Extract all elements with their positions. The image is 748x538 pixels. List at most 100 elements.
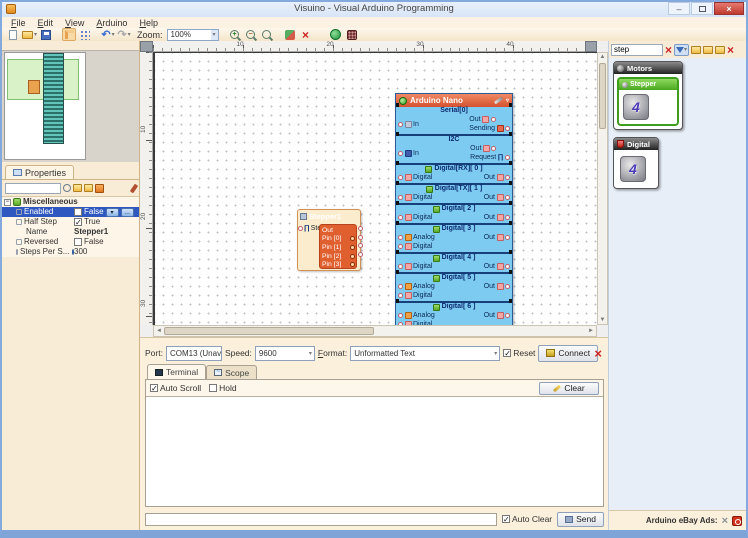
- pin-connector-icon[interactable]: [398, 175, 403, 180]
- scissors-icon[interactable]: ×: [722, 515, 728, 526]
- arduino-pin[interactable]: In: [398, 149, 419, 158]
- port-select[interactable]: COM13 (Unav▾: [165, 345, 222, 361]
- pin-connector-icon[interactable]: [298, 226, 303, 231]
- property-dropdown-button[interactable]: ▾: [105, 207, 119, 217]
- design-canvas[interactable]: Stepper1 ∏ Step Out Pin [0] Pin [1] Pin [2…: [153, 52, 597, 325]
- pin-connector-icon[interactable]: [358, 251, 363, 257]
- arduino-pin[interactable]: Out: [484, 213, 510, 222]
- toolbox-category-header[interactable]: Digital: [614, 138, 658, 150]
- pin-connector-icon[interactable]: [398, 264, 403, 269]
- expand-categories-icon[interactable]: [703, 45, 714, 54]
- close-toolbox-icon[interactable]: ×: [727, 44, 734, 56]
- connect-button[interactable]: Connect: [538, 344, 599, 362]
- checkbox-icon[interactable]: ✓: [74, 218, 82, 227]
- stepper-pin-row[interactable]: Pin [1]: [322, 243, 355, 252]
- scroll-left-icon[interactable]: ◄: [156, 328, 162, 334]
- disconnect-icon[interactable]: ×: [594, 346, 602, 361]
- vscroll-thumb[interactable]: [599, 63, 606, 129]
- arduino-pin[interactable]: Out: [484, 262, 510, 271]
- toolbox-category-header[interactable]: Motors: [614, 62, 682, 74]
- hscroll-thumb[interactable]: [164, 327, 374, 335]
- redo-button[interactable]: ↷ ▾: [117, 28, 131, 41]
- maximize-button[interactable]: [691, 2, 713, 15]
- pin-connector-icon[interactable]: [505, 215, 510, 220]
- arduino-pin[interactable]: Out: [484, 193, 510, 202]
- pin-connector-icon[interactable]: [358, 243, 363, 249]
- save-button[interactable]: [39, 28, 53, 41]
- grid-toggle-button[interactable]: [78, 28, 92, 41]
- speed-select[interactable]: 9600 ▾: [254, 345, 315, 361]
- pin-connector-icon[interactable]: [505, 195, 510, 200]
- checkbox-icon[interactable]: [74, 238, 82, 246]
- arduino-pin[interactable]: Out: [484, 173, 510, 182]
- arduino-pin[interactable]: Digital: [398, 193, 432, 202]
- stepper-component[interactable]: Stepper1 ∏ Step Out Pin [0] Pin [1] Pin [2…: [297, 209, 363, 271]
- arduino-pin[interactable]: Digital: [398, 173, 432, 182]
- clear-search-icon[interactable]: ×: [665, 44, 672, 56]
- property-row-reversed[interactable]: Reversed False: [2, 237, 139, 247]
- auto-scroll-checkbox[interactable]: ✓ Auto Scroll: [150, 383, 201, 393]
- collapse-categories-icon[interactable]: [715, 45, 726, 54]
- property-row-half-step[interactable]: Half Step ✓ True: [2, 217, 139, 227]
- stepper-pin-row[interactable]: Pin [0]: [322, 235, 355, 244]
- arduino-component[interactable]: Arduino Nano ▿ Serial[0] In Out Sending I2C I…: [395, 93, 513, 325]
- open-button[interactable]: ▾: [22, 28, 37, 41]
- collapse-box-icon[interactable]: −: [4, 198, 11, 206]
- arduino-header[interactable]: Arduino Nano ▿: [396, 94, 512, 107]
- pin-connector-icon[interactable]: [505, 155, 510, 160]
- component-search-input[interactable]: [611, 43, 663, 56]
- properties-search-input[interactable]: [5, 182, 61, 194]
- stepper-pin-row[interactable]: Pin [2]: [322, 252, 355, 261]
- property-category-row[interactable]: − Miscellaneous: [2, 197, 139, 207]
- arduino-pin[interactable]: Analog: [398, 282, 435, 291]
- property-row-name[interactable]: Name Stepper1: [2, 227, 139, 237]
- tab-scope[interactable]: ~ Scope: [206, 365, 258, 379]
- wrench-icon[interactable]: [493, 96, 504, 105]
- hold-checkbox[interactable]: Hold: [209, 383, 237, 393]
- menu-item-file[interactable]: File: [6, 18, 31, 28]
- pin-connector-icon[interactable]: [398, 313, 403, 318]
- pin-icon[interactable]: [129, 183, 139, 193]
- arduino-pin[interactable]: Digital: [398, 291, 435, 300]
- collapse-all-icon[interactable]: [84, 184, 93, 192]
- zoom-in-button[interactable]: +: [228, 28, 242, 41]
- scroll-down-icon[interactable]: ▼: [598, 317, 607, 323]
- send-button[interactable]: Send: [557, 511, 604, 527]
- reset-checkbox[interactable]: ✓ Reset: [503, 348, 535, 358]
- board-button[interactable]: [345, 28, 359, 41]
- property-ellipsis-button[interactable]: …: [120, 207, 134, 217]
- arduino-pin[interactable]: Out: [469, 115, 510, 124]
- stepper-pin-row[interactable]: Pin [3]: [322, 260, 355, 269]
- arduino-pin[interactable]: Out: [484, 233, 510, 242]
- zoom-reset-button[interactable]: [260, 28, 274, 41]
- toolbox-item-stepper[interactable]: Stepper 4: [617, 77, 679, 126]
- scroll-right-icon[interactable]: ►: [588, 328, 594, 334]
- pin-connector-icon[interactable]: [398, 215, 403, 220]
- arduino-pin[interactable]: Sending: [469, 124, 510, 133]
- arduino-pin[interactable]: Digital: [398, 262, 432, 271]
- properties-search-icon[interactable]: [63, 184, 71, 192]
- clear-button[interactable]: Clear: [539, 381, 599, 395]
- pin-connector-icon[interactable]: [505, 313, 510, 318]
- tab-terminal[interactable]: Terminal: [147, 364, 207, 379]
- pin-connector-icon[interactable]: [505, 175, 510, 180]
- toolbox-item[interactable]: 4: [616, 152, 656, 186]
- minimize-button[interactable]: –: [668, 2, 690, 15]
- pin-connector-icon[interactable]: [358, 226, 363, 231]
- terminal-output[interactable]: [146, 396, 603, 506]
- menu-item-edit[interactable]: Edit: [33, 18, 59, 28]
- pin-connector-icon[interactable]: [358, 234, 363, 240]
- tab-properties[interactable]: Properties: [5, 165, 75, 179]
- menu-item-arduino[interactable]: Arduino: [91, 18, 132, 28]
- pin-connector-icon[interactable]: [505, 126, 510, 131]
- close-button[interactable]: ×: [714, 2, 744, 15]
- pin-connector-icon[interactable]: [505, 235, 510, 240]
- arduino-pin[interactable]: Out: [484, 311, 510, 320]
- scroll-up-icon[interactable]: ▲: [598, 54, 607, 60]
- arduino-pin[interactable]: Request ∏: [470, 153, 510, 162]
- new-button[interactable]: [6, 28, 20, 41]
- pin-connector-icon[interactable]: [398, 235, 403, 240]
- expand-all-icon[interactable]: [73, 184, 82, 192]
- pin-connector-icon[interactable]: [398, 121, 403, 127]
- zoom-select[interactable]: 100% ▾: [166, 28, 219, 41]
